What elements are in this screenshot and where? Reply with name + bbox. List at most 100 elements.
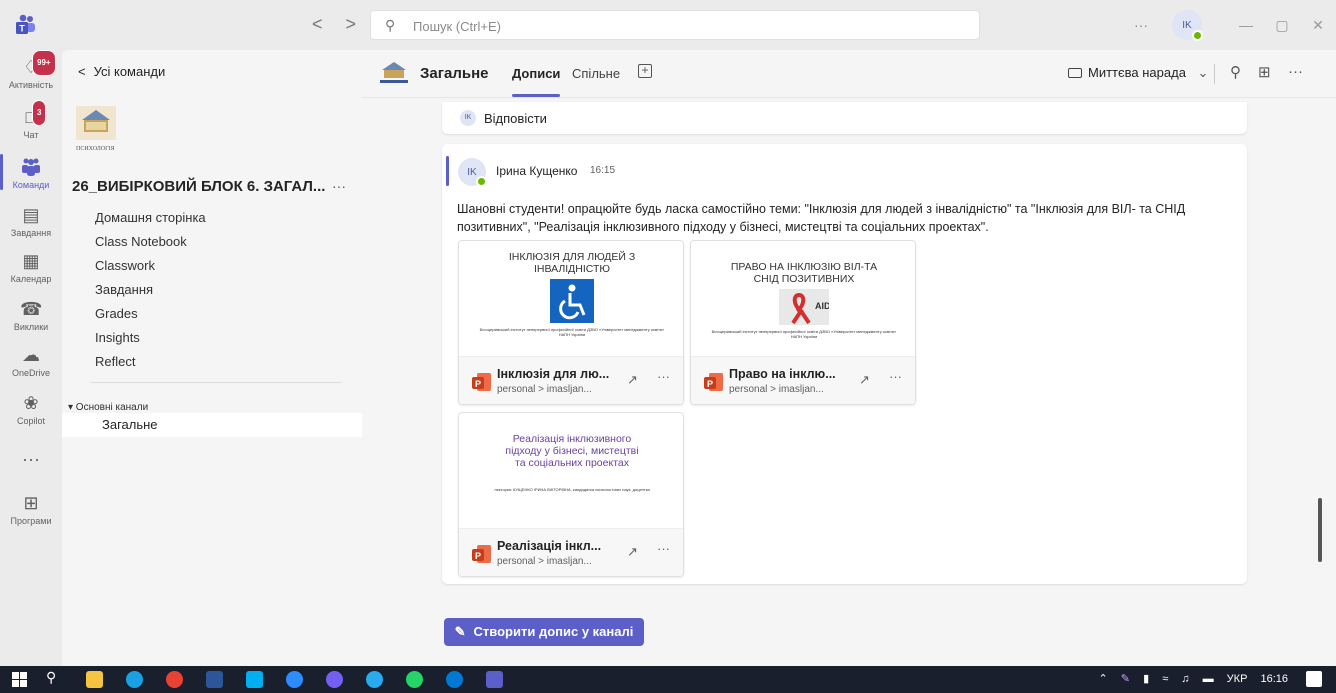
file-card[interactable]: ІНКЛЮЗІЯ ДЛЯ ЛЮДЕЙ З ІНВАЛІДНІСТЮ Білоце… bbox=[458, 240, 684, 405]
channel-logo-icon bbox=[380, 62, 408, 83]
file-card[interactable]: ПРАВО НА ІНКЛЮЗІЮ ВІЛ-ТА СНІД ПОЗИТИВНИХ… bbox=[690, 240, 916, 405]
status-available-icon bbox=[476, 176, 487, 187]
expand-icon[interactable]: ⊞ bbox=[1258, 63, 1271, 81]
rail-item-assignments[interactable]: ▤ Завдання bbox=[0, 204, 62, 238]
cloud-icon: ☁ bbox=[22, 345, 40, 365]
add-tab-button[interactable]: + bbox=[638, 64, 652, 78]
file-name: Реалізація інкл... bbox=[497, 539, 602, 553]
active-tab-indicator bbox=[512, 94, 560, 97]
keyboard-icon[interactable]: ▬ bbox=[1203, 673, 1214, 685]
meet-now-button[interactable]: Миттєва нарада ⌄ bbox=[1068, 65, 1208, 81]
wifi-icon[interactable]: ≈ bbox=[1162, 673, 1168, 685]
team-name[interactable]: 26_ВИБІРКОВИЙ БЛОК 6. ЗАГАЛ... bbox=[72, 178, 325, 195]
preview-footer: Білоцерківський інститут неперервної про… bbox=[711, 329, 897, 339]
clock[interactable]: 16:16 bbox=[1260, 673, 1288, 685]
settings-more-button[interactable]: ··· bbox=[1134, 17, 1148, 33]
rail-label: Чат bbox=[23, 130, 39, 140]
rail-item-more[interactable]: ··· bbox=[0, 448, 62, 470]
divider bbox=[90, 382, 342, 383]
rail-item-copilot[interactable]: ❀ Copilot bbox=[0, 392, 62, 426]
taskbar-search-icon[interactable]: ⚲ bbox=[46, 669, 63, 686]
chrome-icon[interactable] bbox=[166, 671, 183, 688]
rail-item-chat[interactable]: □ 3 Чат bbox=[0, 100, 62, 140]
nav-classwork[interactable]: Classwork bbox=[95, 258, 155, 273]
language-indicator[interactable]: УКР bbox=[1227, 673, 1248, 685]
search-icon: ⚲ bbox=[385, 17, 396, 33]
skype-icon[interactable] bbox=[246, 671, 263, 688]
nav-grades[interactable]: Grades bbox=[95, 306, 138, 321]
minimize-button[interactable]: — bbox=[1228, 17, 1264, 33]
file-footer: P Реалізація інкл... personal > imasljan… bbox=[459, 528, 683, 576]
post-author[interactable]: Ірина Кущенко bbox=[496, 164, 577, 178]
teams-taskbar-icon[interactable] bbox=[486, 671, 503, 688]
teams-icon bbox=[20, 156, 42, 178]
more-options-icon[interactable]: ··· bbox=[1288, 63, 1303, 80]
nav-insights[interactable]: Insights bbox=[95, 330, 140, 345]
all-teams-link[interactable]: < Усі команди bbox=[78, 64, 165, 79]
reply-bar[interactable]: IK Відповісти bbox=[442, 102, 1247, 134]
browser-icon[interactable] bbox=[446, 671, 463, 688]
forward-nav-button[interactable]: > bbox=[346, 14, 357, 34]
rail-item-calls[interactable]: ☎ Виклики bbox=[0, 298, 62, 332]
main-channels-section[interactable]: ▾ Основні канали bbox=[68, 402, 148, 413]
nav-class-notebook[interactable]: Class Notebook bbox=[95, 234, 187, 249]
author-avatar[interactable]: IK bbox=[458, 158, 487, 187]
volume-icon[interactable]: ♫ bbox=[1181, 673, 1189, 685]
rail-item-onedrive[interactable]: ☁ OneDrive bbox=[0, 344, 62, 378]
more-icon: ··· bbox=[22, 449, 40, 469]
rail-item-apps[interactable]: ⊞ Програми bbox=[0, 492, 62, 526]
share-icon[interactable]: ↗ bbox=[859, 372, 870, 388]
telegram-icon[interactable] bbox=[366, 671, 383, 688]
edge-icon[interactable] bbox=[126, 671, 143, 688]
tab-shared[interactable]: Спільне bbox=[572, 66, 620, 81]
file-card[interactable]: Реалізація інклюзивного підходу у бізнес… bbox=[458, 412, 684, 577]
channel-general[interactable]: Загальне bbox=[62, 413, 362, 437]
file-name: Інклюзія для лю... bbox=[497, 367, 610, 381]
team-more-button[interactable]: ··· bbox=[332, 178, 346, 194]
user-avatar[interactable]: IK bbox=[1172, 10, 1203, 41]
header-separator bbox=[1214, 64, 1215, 84]
rail-label: OneDrive bbox=[11, 368, 50, 378]
search-placeholder: Пошук (Ctrl+E) bbox=[413, 19, 501, 34]
word-icon[interactable] bbox=[206, 671, 223, 688]
copilot-icon: ❀ bbox=[23, 393, 39, 413]
search-input[interactable]: ⚲ Пошук (Ctrl+E) bbox=[370, 10, 980, 40]
share-icon[interactable]: ↗ bbox=[627, 544, 638, 560]
rail-item-activity[interactable]: ♢ 99+ Активність bbox=[0, 50, 62, 90]
rail-label: Виклики bbox=[13, 322, 49, 332]
share-icon[interactable]: ↗ bbox=[627, 372, 638, 388]
chevron-up-icon[interactable]: ⌃ bbox=[1099, 673, 1108, 685]
nav-home[interactable]: Домашня сторінка bbox=[95, 210, 206, 225]
rail-item-calendar[interactable]: ▦ Календар bbox=[0, 250, 62, 284]
rail-label: Активність bbox=[8, 80, 54, 90]
whatsapp-icon[interactable] bbox=[406, 671, 423, 688]
viber-icon[interactable] bbox=[326, 671, 343, 688]
file-more-button[interactable]: ··· bbox=[657, 541, 670, 556]
meet-label: Миттєва нарада bbox=[1088, 65, 1186, 80]
file-more-button[interactable]: ··· bbox=[889, 369, 902, 384]
new-post-button[interactable]: ✎ Створити допис у каналі bbox=[444, 618, 644, 646]
pen-icon[interactable]: ✎ bbox=[1121, 673, 1130, 685]
windows-start-icon[interactable] bbox=[12, 672, 27, 687]
notification-icon[interactable] bbox=[1306, 671, 1322, 687]
battery-icon[interactable]: ▮ bbox=[1143, 673, 1149, 685]
teams-panel: < Усі команди ПСИХОЛОГІЯ 26_ВИБІРКОВИЙ БЛ… bbox=[62, 50, 362, 666]
nav-reflect[interactable]: Reflect bbox=[95, 354, 135, 369]
rail-item-teams[interactable]: Команди bbox=[0, 156, 62, 190]
nav-assignments[interactable]: Завдання bbox=[95, 282, 153, 297]
zoom-icon[interactable] bbox=[286, 671, 303, 688]
back-nav-button[interactable]: < bbox=[312, 14, 323, 34]
scrollbar-thumb[interactable] bbox=[1318, 498, 1322, 562]
rail-label: Календар bbox=[10, 274, 52, 284]
file-path: personal > imasljan... bbox=[497, 384, 592, 395]
title-bar: T < > ⚲ Пошук (Ctrl+E) ··· IK — ▢ ✕ bbox=[0, 0, 1336, 50]
search-channel-icon[interactable]: ⚲ bbox=[1230, 63, 1241, 81]
chevron-left-icon: < bbox=[78, 64, 86, 79]
file-explorer-icon[interactable] bbox=[86, 671, 103, 688]
post-timestamp: 16:15 bbox=[590, 165, 616, 176]
tab-posts[interactable]: Дописи bbox=[512, 66, 560, 81]
maximize-button[interactable]: ▢ bbox=[1264, 17, 1300, 34]
file-more-button[interactable]: ··· bbox=[657, 369, 670, 384]
close-button[interactable]: ✕ bbox=[1300, 17, 1336, 34]
avatar-initials: IK bbox=[1182, 19, 1192, 31]
